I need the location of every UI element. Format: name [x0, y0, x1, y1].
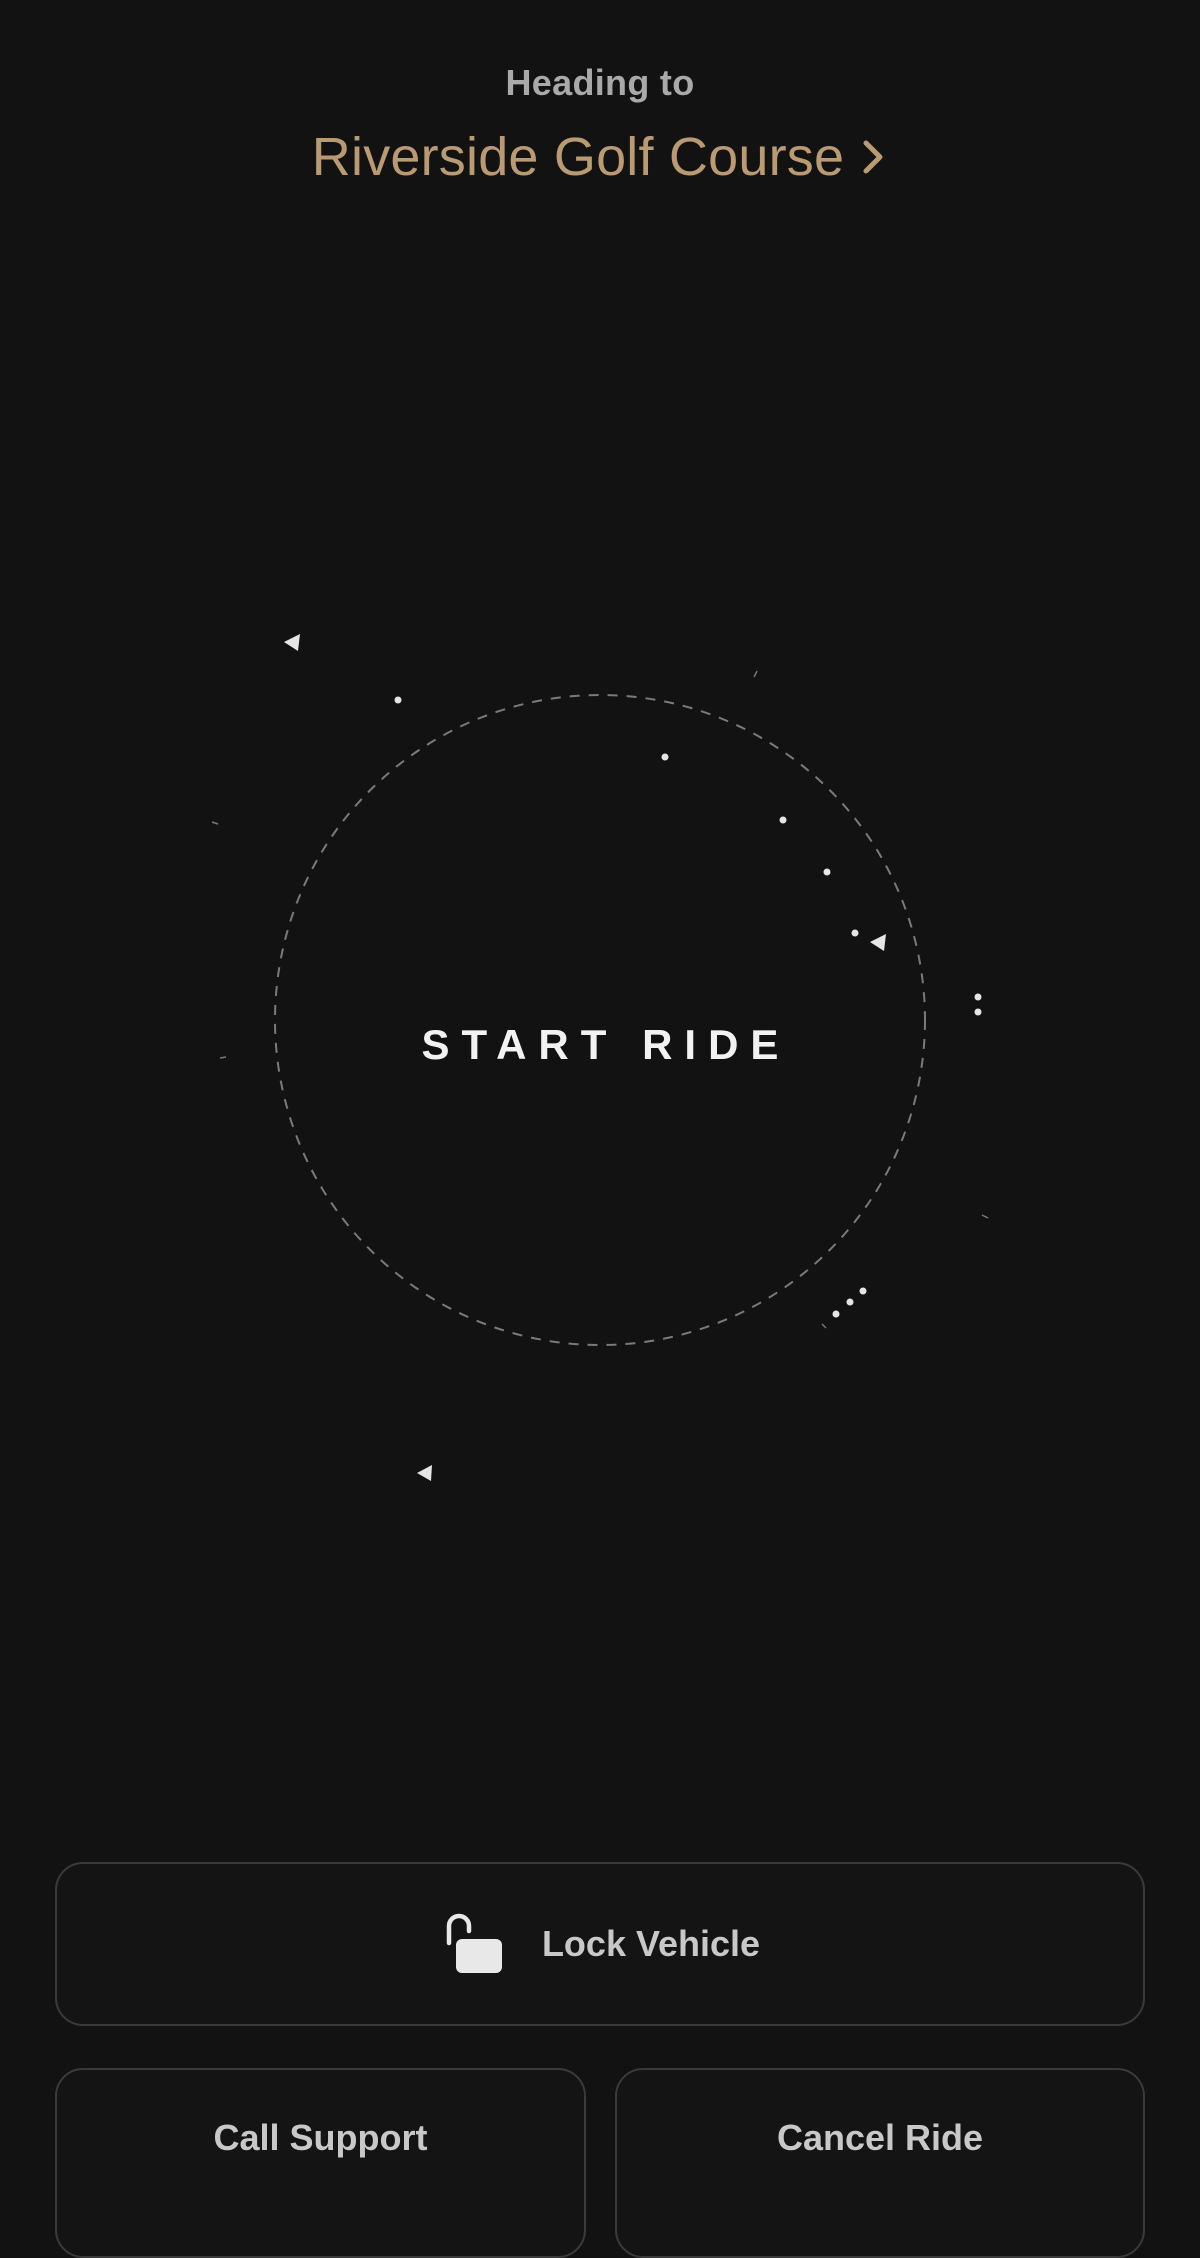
particle-streak — [981, 1214, 989, 1219]
particle-streak — [211, 821, 219, 825]
start-ride-button[interactable]: START RIDE — [275, 695, 925, 1345]
ride-start-area: START RIDE — [200, 560, 1000, 1560]
destination-name: Riverside Golf Course — [311, 127, 845, 187]
particle-streak — [753, 670, 758, 678]
heading-label: Heading to — [505, 62, 695, 103]
particle-streak — [219, 1056, 227, 1059]
lock-vehicle-label: Lock Vehicle — [541, 1923, 761, 1964]
particle-triangle — [417, 1465, 432, 1481]
cancel-ride-label: Cancel Ride — [776, 2117, 984, 2158]
particle-dot — [394, 696, 402, 704]
particle-dot — [974, 993, 982, 1001]
lock-vehicle-button[interactable]: Lock Vehicle — [55, 1862, 1145, 2026]
unlocked-padlock-icon — [440, 1913, 504, 1975]
call-support-label: Call Support — [213, 2117, 428, 2158]
cancel-ride-button[interactable]: Cancel Ride — [615, 2068, 1145, 2258]
particle-dot — [974, 1008, 982, 1016]
start-ride-label: START RIDE — [421, 1021, 791, 1068]
particle-dot — [859, 1287, 867, 1295]
particle-triangle — [284, 634, 300, 651]
particle-dot — [832, 1310, 840, 1318]
particle-dot — [846, 1298, 854, 1306]
destination-link[interactable]: Riverside Golf Course — [0, 126, 1200, 188]
call-support-button[interactable]: Call Support — [55, 2068, 586, 2258]
chevron-right-icon — [858, 137, 888, 177]
particle-streak — [821, 1323, 827, 1329]
